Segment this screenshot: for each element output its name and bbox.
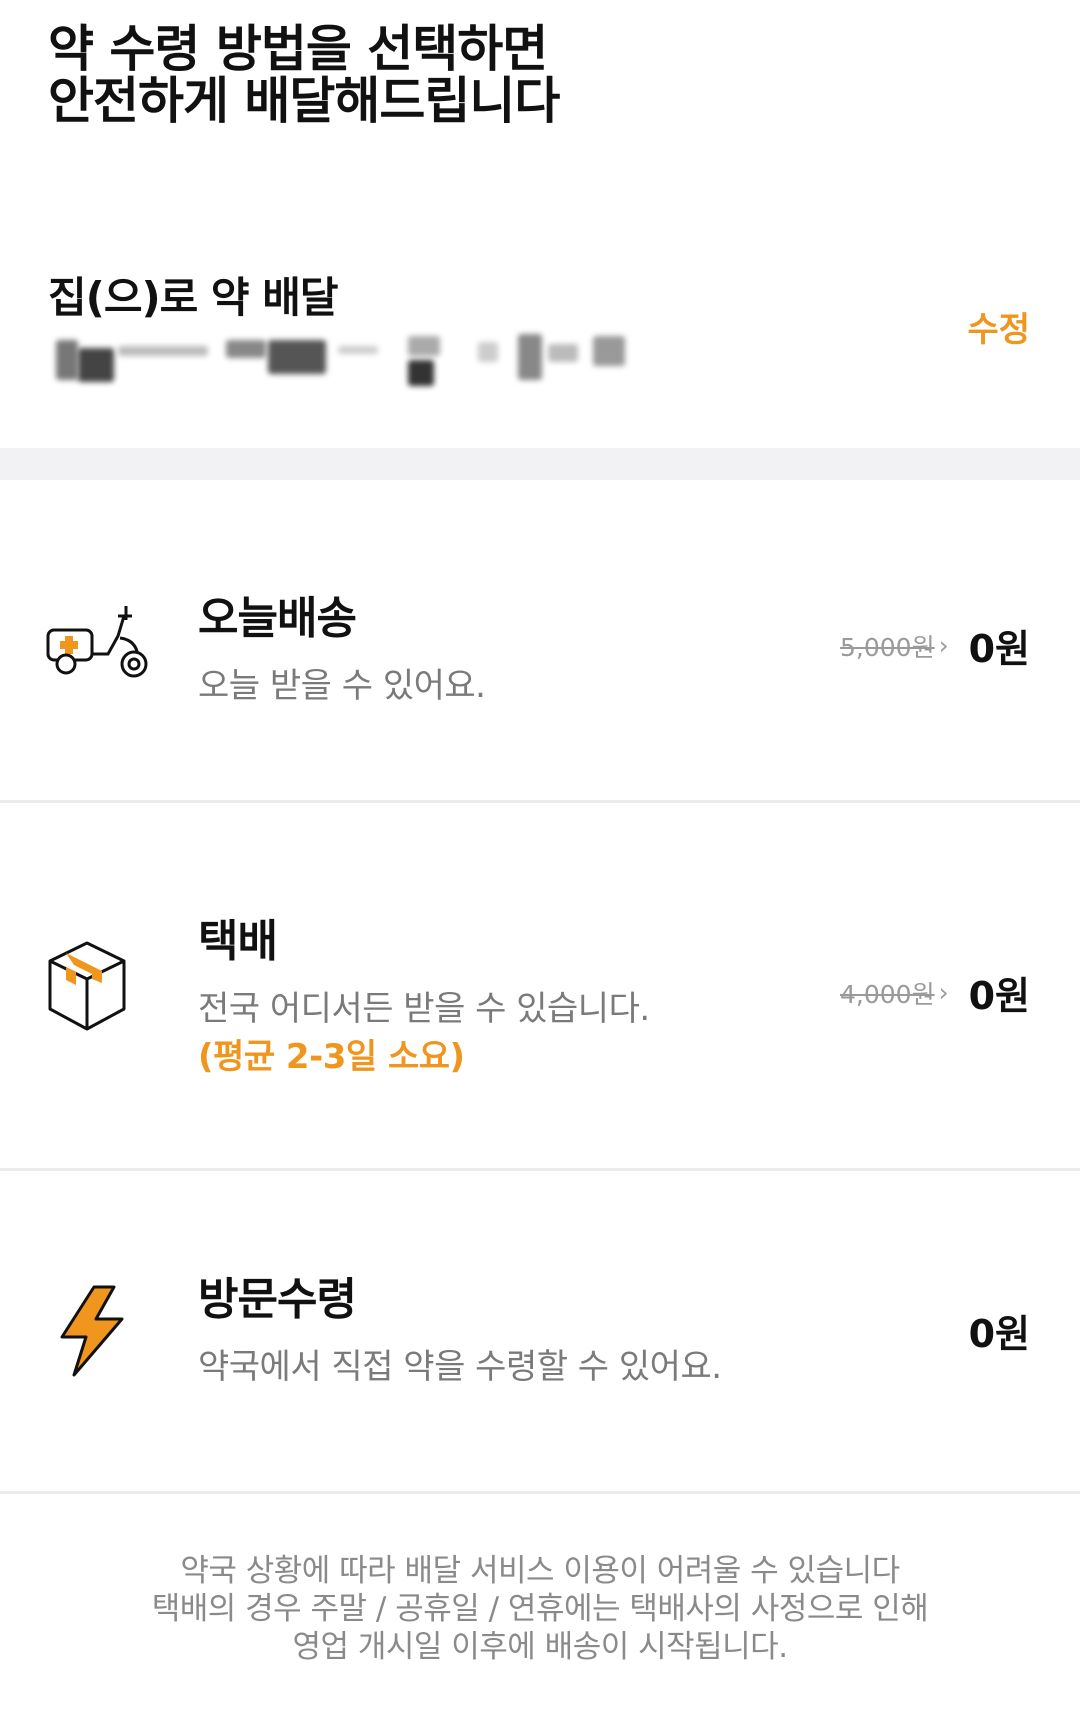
notice-line-2: 택배의 경우 주말 / 공휴일 / 연휴에는 택배사의 사정으로 인해 [151,1591,929,1627]
option-description: 약국에서 직접 약을 수령할 수 있어요. [198,1347,722,1387]
arrow-right-icon: › [938,631,949,660]
original-price: 5,000원 [840,632,935,662]
page-title: 약 수령 방법을 선택하면 안전하게 배달해드립니다 [48,20,560,130]
notice-line-3: 영업 개시일 이후에 배송이 시작됩니다. [292,1629,788,1665]
delivery-time-note: (평균 2-3일 소요) [198,1037,465,1077]
option-title: 택배 [198,916,278,967]
title-line-2: 안전하게 배달해드립니다 [48,72,560,130]
option-pickup[interactable]: 방문수령 약국에서 직접 약을 수령할 수 있어요. 0원 [0,1171,1080,1491]
option-same-day-delivery[interactable]: 오늘배송 오늘 받을 수 있어요. 5,000원 › 0원 [0,480,1080,800]
discounted-price: 0원 [968,627,1030,671]
price-info: 5,000원 › 0원 [840,618,1030,673]
divider [0,1491,1080,1494]
delivery-address-label: 집(으)로 약 배달 [48,273,338,322]
footer-notice: 약국 상황에 따라 배달 서비스 이용이 어려울 수 있습니다 택배의 경우 주… [0,1552,1080,1666]
option-title: 오늘배송 [198,593,357,644]
price-info: 4,000원 › 0원 [840,965,1030,1020]
notice-line-1: 약국 상황에 따라 배달 서비스 이용이 어려울 수 있습니다 [180,1553,900,1589]
arrow-right-icon: › [938,978,949,1007]
address-redacted [48,332,638,392]
discounted-price: 0원 [968,974,1030,1018]
price: 0원 [968,1312,1030,1356]
price-info: 0원 [969,1303,1030,1358]
option-parcel-delivery[interactable]: 택배 전국 어디서든 받을 수 있습니다. (평균 2-3일 소요) 4,000… [0,803,1080,1168]
scooter-icon [46,602,150,686]
option-description: 전국 어디서든 받을 수 있습니다. [198,989,650,1029]
original-price: 4,000원 [840,979,935,1009]
title-line-1: 약 수령 방법을 선택하면 [48,20,548,78]
option-title: 방문수령 [198,1274,357,1325]
section-separator [0,448,1080,480]
lightning-icon [56,1283,128,1383]
edit-address-button[interactable]: 수정 [967,302,1030,351]
option-description: 오늘 받을 수 있어요. [198,666,486,706]
box-icon [46,939,128,1037]
